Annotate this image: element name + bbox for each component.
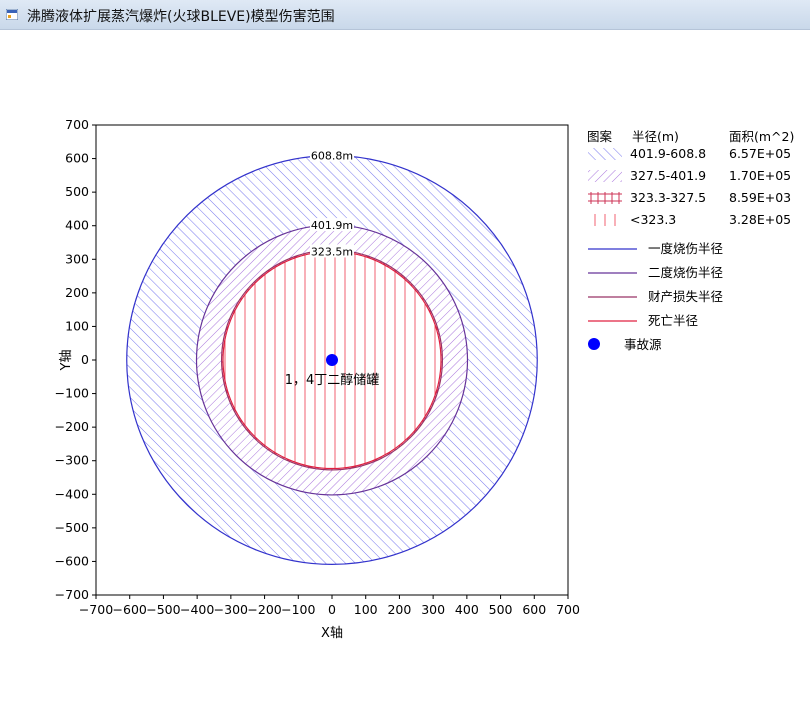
x-tick-label: 700 (556, 602, 580, 617)
y-tick-label: −400 (55, 486, 89, 501)
x-tick-label: −300 (214, 602, 248, 617)
legend-range: <323.3 (630, 212, 676, 227)
y-tick-label: 200 (65, 285, 89, 300)
y-tick-label: 0 (81, 352, 89, 367)
legend-area: 8.59E+03 (729, 190, 791, 205)
ring-label: 608.8m (311, 150, 353, 163)
y-tick-label: −600 (55, 553, 89, 568)
legend-line-label: 一度烧伤半径 (648, 241, 723, 256)
y-tick-label: −100 (55, 386, 89, 401)
y-tick-label: 400 (65, 218, 89, 233)
y-tick-label: −200 (55, 419, 89, 434)
x-tick-label: −200 (247, 602, 281, 617)
legend-pattern-swatch (588, 148, 622, 160)
legend: 图案 半径(m) 面积(m^2) 401.9-608.8 6.57E+05 327.… (587, 129, 794, 352)
app-icon (6, 9, 18, 20)
y-tick-label: 300 (65, 251, 89, 266)
legend-range: 323.3-327.5 (630, 190, 706, 205)
x-tick-label: 100 (354, 602, 378, 617)
x-tick-label: 500 (489, 602, 513, 617)
legend-area: 6.57E+05 (729, 146, 791, 161)
ring-label: 323.5m (311, 245, 353, 258)
source-label: 1，4丁二醇储罐 (285, 372, 380, 388)
x-tick-label: 0 (328, 602, 336, 617)
legend-range: 327.5-401.9 (630, 168, 706, 183)
y-tick-label: 700 (65, 117, 89, 132)
x-tick-label: 400 (455, 602, 479, 617)
legend-area: 1.70E+05 (729, 168, 791, 183)
y-tick-label: 500 (65, 184, 89, 199)
legend-pattern-swatch (588, 170, 622, 182)
y-tick-label: −500 (55, 520, 89, 535)
legend-area: 3.28E+05 (729, 212, 791, 227)
accident-source-marker (326, 354, 338, 366)
legend-line-label: 二度烧伤半径 (648, 265, 723, 280)
x-tick-label: −100 (281, 602, 315, 617)
x-tick-label: 600 (522, 602, 546, 617)
x-tick-label: −700 (79, 602, 113, 617)
legend-pattern-swatch (588, 214, 622, 226)
x-tick-label: −400 (180, 602, 214, 617)
y-tick-label: 100 (65, 318, 89, 333)
y-axis-label: Y轴 (59, 350, 74, 372)
window-titlebar[interactable]: 沸腾液体扩展蒸汽爆炸(火球BLEVE)模型伤害范围 (0, 0, 810, 30)
x-tick-label: 300 (421, 602, 445, 617)
legend-line-label: 死亡半径 (648, 313, 698, 328)
legend-line-label: 财产损失半径 (648, 289, 723, 304)
y-tick-label: −700 (55, 587, 89, 602)
x-axis-label: X轴 (321, 626, 343, 641)
legend-header-area: 面积(m^2) (729, 129, 794, 144)
x-tick-label: −600 (113, 602, 147, 617)
x-tick-label: 200 (387, 602, 411, 617)
legend-marker-dot (588, 338, 600, 350)
legend-header-radius: 半径(m) (632, 129, 679, 144)
y-tick-label: 600 (65, 151, 89, 166)
legend-pattern-swatch (588, 192, 622, 204)
x-tick-label: −500 (146, 602, 180, 617)
legend-marker-label: 事故源 (624, 337, 662, 352)
window-title: 沸腾液体扩展蒸汽爆炸(火球BLEVE)模型伤害范围 (27, 9, 335, 25)
legend-range: 401.9-608.8 (630, 146, 706, 161)
bleve-damage-chart: 608.8m401.9m323.5m −700 −600 −500 −400 −300−… (55, 117, 795, 641)
y-tick-label: −300 (55, 453, 89, 468)
ring-label: 401.9m (311, 219, 353, 232)
legend-header-pattern: 图案 (587, 129, 613, 144)
